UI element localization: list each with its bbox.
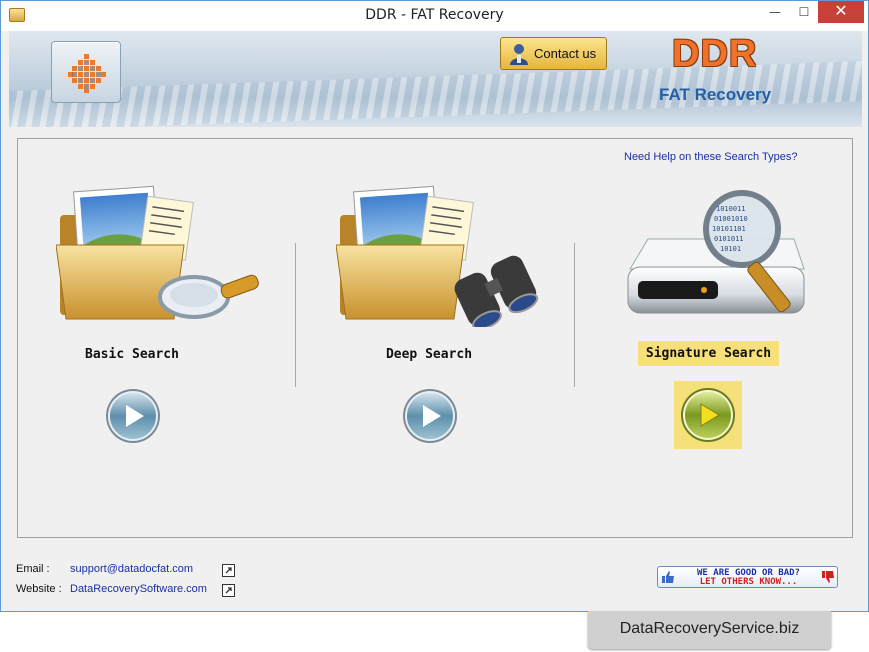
minimize-button[interactable]: —	[761, 1, 789, 23]
search-help-link[interactable]: Need Help on these Search Types?	[624, 151, 797, 163]
svg-text:0101011: 0101011	[714, 235, 744, 243]
svg-text:01001010: 01001010	[714, 215, 748, 223]
thumbs-up-icon	[662, 571, 674, 583]
person-icon	[510, 44, 528, 65]
column-divider	[295, 243, 296, 387]
contact-us-label: Contact us	[534, 46, 597, 61]
app-logo	[51, 41, 121, 103]
website-link[interactable]: DataRecoverySoftware.com	[70, 583, 207, 595]
basic-search-play-button[interactable]	[104, 387, 162, 445]
feedback-button[interactable]: WE ARE GOOD OR BAD? LET OTHERS KNOW...	[657, 566, 838, 588]
brand-name: DDR	[672, 33, 758, 75]
watermark-text: DataRecoveryService.biz	[619, 620, 800, 637]
contact-us-button[interactable]: Contact us	[500, 37, 607, 70]
external-link-icon[interactable]	[222, 584, 235, 597]
header-banner: Contact us DDR FAT Recovery	[9, 31, 862, 127]
signature-search-label: Signature Search	[638, 341, 779, 366]
window-title: DDR - FAT Recovery	[365, 7, 504, 23]
close-button[interactable]: ✕	[818, 1, 864, 23]
website-label: Website :	[16, 583, 62, 595]
thumbs-down-icon	[822, 571, 834, 583]
email-link[interactable]: support@datadocfat.com	[70, 563, 193, 575]
play-icon	[681, 388, 735, 442]
column-divider	[574, 243, 575, 387]
basic-search-label: Basic Search	[85, 347, 179, 362]
folder-magnifier-icon	[56, 185, 259, 320]
feedback-line2: LET OTHERS KNOW...	[699, 577, 798, 587]
checker-logo-icon	[68, 54, 106, 93]
folder-binoculars-icon	[336, 185, 539, 327]
app-window: DDR - FAT Recovery — ☐ ✕ Contact us DDR …	[0, 0, 869, 612]
email-label: Email :	[16, 563, 50, 575]
svg-text:1010011: 1010011	[716, 205, 746, 213]
svg-text:10101: 10101	[720, 245, 741, 253]
svg-text:10101101: 10101101	[712, 225, 746, 233]
external-link-icon[interactable]	[222, 564, 235, 577]
title-bar[interactable]: DDR - FAT Recovery — ☐ ✕	[1, 1, 868, 31]
maximize-button[interactable]: ☐	[790, 1, 818, 23]
drive-magnifier-icon: 1010011 01001010 10101101 0101011 10101	[627, 190, 805, 314]
signature-search-play-button[interactable]	[674, 381, 742, 449]
watermark-tab: DataRecoveryService.biz	[588, 611, 831, 649]
deep-search-label: Deep Search	[385, 347, 473, 362]
deep-search-play-button[interactable]	[401, 387, 459, 445]
brand-subtitle: FAT Recovery	[659, 85, 772, 104]
search-type-panel: Need Help on these Search Types? Basic S…	[17, 138, 853, 538]
